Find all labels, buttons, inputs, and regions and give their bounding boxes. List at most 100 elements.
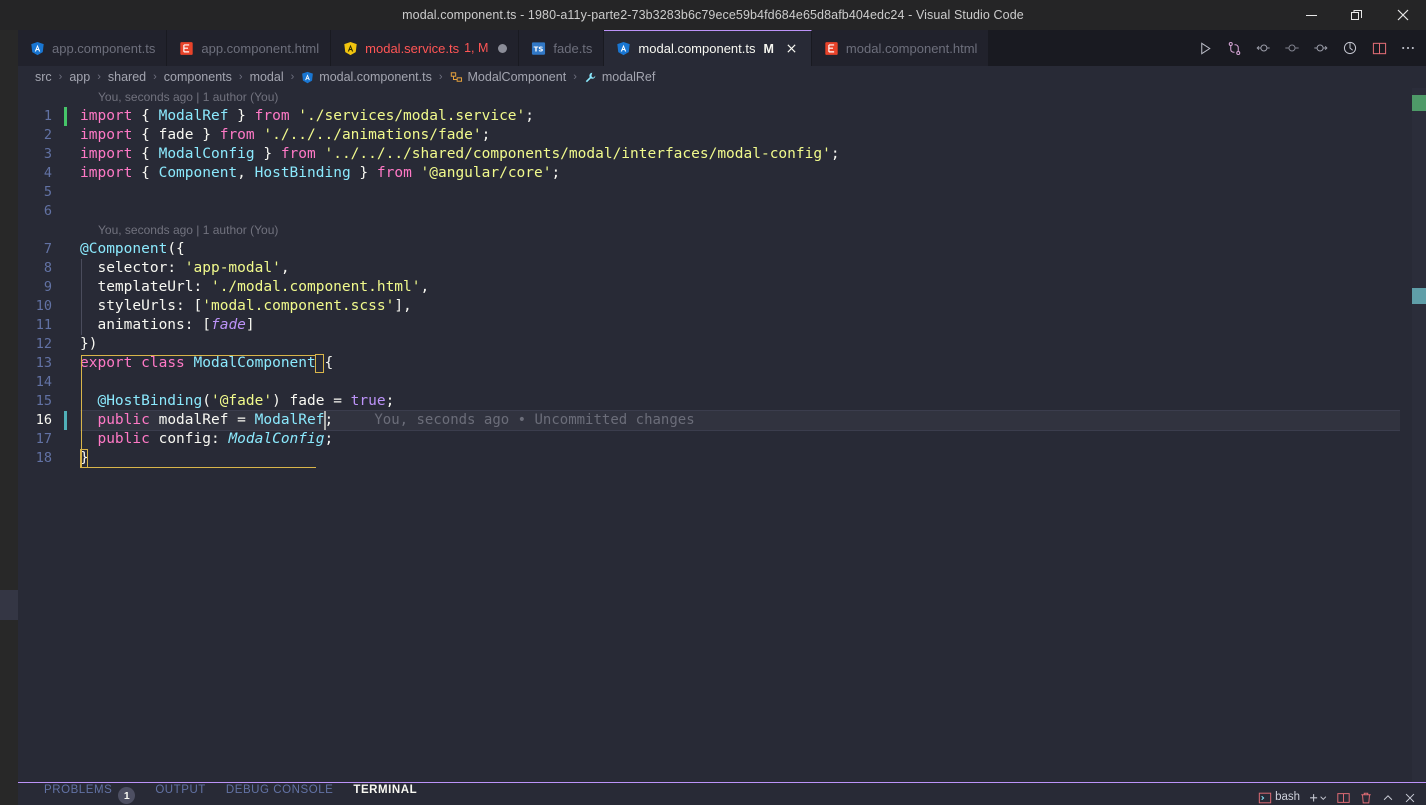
go-to-references-button[interactable] bbox=[1307, 34, 1335, 62]
panel-tab-debug-console[interactable]: DEBUG CONSOLE bbox=[216, 783, 343, 805]
panel-tab-label: OUTPUT bbox=[155, 784, 206, 796]
maximize-button[interactable] bbox=[1334, 0, 1380, 30]
code-text: import { ModalConfig } from '../../../sh… bbox=[80, 146, 840, 162]
line-number: 9 bbox=[43, 279, 52, 295]
code-line[interactable]: 14 bbox=[18, 373, 1408, 392]
code-line[interactable]: 3 import { ModalConfig } from '../../../s… bbox=[18, 145, 1408, 164]
code-text: public modalRef = ModalRef; bbox=[97, 412, 334, 428]
close-panel-button[interactable] bbox=[1400, 783, 1420, 805]
panel-tab-problems[interactable]: PROBLEMS 1 bbox=[34, 783, 145, 805]
maximize-panel-button[interactable] bbox=[1378, 783, 1398, 805]
breadcrumb-label: modalRef bbox=[601, 70, 656, 84]
breadcrumb-separator: › bbox=[97, 71, 101, 83]
tab-dirty-dot[interactable] bbox=[498, 43, 508, 53]
editor-tab-modal-service-ts[interactable]: modal.service.ts 1, M bbox=[331, 30, 520, 66]
breadcrumb-item-modal-component-ts[interactable]: modal.component.ts bbox=[298, 69, 435, 85]
code-line[interactable]: 9 templateUrl: './modal.component.html', bbox=[18, 278, 1408, 297]
split-terminal-button-panel[interactable] bbox=[1333, 783, 1354, 805]
editor-tab-app-component-ts[interactable]: app.component.ts bbox=[18, 30, 168, 66]
line-number: 12 bbox=[35, 336, 52, 352]
kill-terminal-button[interactable] bbox=[1356, 783, 1376, 805]
tab-label: modal.component.html bbox=[845, 40, 978, 56]
breadcrumb-item-src[interactable]: src bbox=[32, 69, 55, 85]
code-line[interactable]: 18} bbox=[18, 449, 1408, 468]
panel-tab-list: PROBLEMS 1 OUTPUT DEBUG CONSOLE TERMINAL bbox=[18, 782, 427, 805]
terminal-shell-selector[interactable]: bash bbox=[1255, 783, 1303, 805]
line-number: 16 bbox=[35, 412, 52, 428]
run-button[interactable] bbox=[1191, 34, 1219, 62]
code-line[interactable]: 11 animations: [fade] bbox=[18, 316, 1408, 335]
tab-label: modal.service.ts bbox=[365, 40, 460, 56]
circle-arrow-right-icon bbox=[1314, 44, 1328, 52]
code-line[interactable]: 5 bbox=[18, 183, 1408, 202]
breadcrumb-separator: › bbox=[58, 71, 63, 83]
circle-dash-icon bbox=[1285, 44, 1299, 52]
code-text: selector: 'app-modal', bbox=[97, 260, 290, 276]
angular-error-icon bbox=[344, 41, 357, 55]
activity-bar[interactable] bbox=[0, 30, 18, 805]
vscode-window: modal.component.ts - 1980-a11y-parte2-73… bbox=[0, 0, 1426, 805]
symbol-property-icon bbox=[585, 72, 596, 82]
panel-tab-terminal[interactable]: TERMINAL bbox=[343, 783, 427, 805]
new-terminal-button[interactable] bbox=[1305, 783, 1331, 805]
title-bar: modal.component.ts - 1980-a11y-parte2-73… bbox=[0, 0, 1426, 30]
code-line[interactable]: 12}) bbox=[18, 335, 1408, 354]
code-line[interactable]: 15 @HostBinding('@fade') fade = true; bbox=[18, 392, 1408, 411]
line-number: 11 bbox=[35, 317, 52, 333]
code-text: import { ModalRef } from './services/mod… bbox=[80, 108, 535, 124]
code-text: animations: [fade] bbox=[97, 317, 255, 333]
line-number: 18 bbox=[35, 450, 52, 466]
editor-tab-modal-component-ts[interactable]: modal.component.ts M bbox=[604, 30, 812, 66]
breadcrumb-item-modal[interactable]: modal bbox=[247, 69, 287, 85]
code-line[interactable]: 4 import { Component, HostBinding } from … bbox=[18, 164, 1408, 183]
code-editor[interactable]: You, seconds ago | 1 author (You) 1 import… bbox=[18, 88, 1426, 782]
split-terminal-button[interactable] bbox=[1220, 34, 1248, 62]
window-title: modal.component.ts - 1980-a11y-parte2-73… bbox=[402, 8, 1024, 22]
editor-scrollbar-overview[interactable] bbox=[1412, 88, 1426, 782]
breadcrumb-item-modalcomponent[interactable]: ModalComponent bbox=[447, 69, 570, 85]
code-line[interactable]: 2 import { fade } from './../../animation… bbox=[18, 126, 1408, 145]
code-line[interactable]: 13 export class ModalComponent { bbox=[18, 354, 1408, 373]
code-line[interactable]: 17 public config: ModalConfig; bbox=[18, 430, 1408, 449]
code-line[interactable]: 1 import { ModalRef } from './services/mo… bbox=[18, 107, 1408, 126]
toggle-blame-button[interactable] bbox=[1336, 34, 1364, 62]
line-number: 6 bbox=[43, 203, 52, 219]
git-blame-text: You, seconds ago | 1 author (You) bbox=[98, 90, 279, 104]
line-number: 17 bbox=[35, 431, 52, 447]
angular-file-icon bbox=[302, 71, 314, 83]
editor-tab-modal-component-html[interactable]: modal.component.html bbox=[811, 30, 990, 66]
line-number: 8 bbox=[43, 260, 52, 276]
close-icon bbox=[787, 44, 796, 53]
breadcrumb-item-shared[interactable]: shared bbox=[105, 69, 149, 85]
code-line[interactable]: 10 styleUrls: ['modal.component.scss'], bbox=[18, 297, 1408, 316]
breadcrumb-separator: › bbox=[238, 71, 243, 83]
code-text: import { Component, HostBinding } from '… bbox=[80, 165, 561, 181]
close-button[interactable] bbox=[1380, 0, 1426, 30]
go-to-definition-button[interactable] bbox=[1278, 34, 1306, 62]
editor-tab-fade-ts[interactable]: TS fade.ts bbox=[519, 30, 605, 66]
code-line[interactable]: 7 @Component({ bbox=[18, 240, 1408, 259]
code-line[interactable]: 16 public modalRef = ModalRef; You, secon… bbox=[18, 410, 1426, 431]
more-actions-button[interactable] bbox=[1394, 34, 1422, 62]
go-to-implementation-button[interactable] bbox=[1249, 34, 1277, 62]
tab-label: fade.ts bbox=[553, 40, 593, 56]
tab-close-button[interactable] bbox=[783, 40, 800, 57]
split-editor-button[interactable] bbox=[1365, 34, 1393, 62]
tab-label: app.component.html bbox=[201, 40, 320, 56]
minimize-button[interactable] bbox=[1288, 0, 1334, 30]
panel-tab-badge: 1 bbox=[118, 787, 136, 804]
panel-tab-label: TERMINAL bbox=[353, 784, 418, 796]
breadcrumb-item-components[interactable]: components bbox=[161, 69, 235, 85]
panel-action-bar: bash bbox=[1255, 782, 1420, 805]
panel-tab-output[interactable]: OUTPUT bbox=[145, 783, 216, 805]
line-number: 15 bbox=[35, 393, 52, 409]
code-line[interactable]: 8 selector: 'app-modal', bbox=[18, 259, 1408, 278]
editor-tab-app-component-html[interactable]: app.component.html bbox=[167, 30, 332, 66]
code-line[interactable]: 6 bbox=[18, 202, 1408, 221]
symbol-class-icon bbox=[450, 71, 462, 82]
breadcrumb-item-app[interactable]: app bbox=[66, 69, 93, 85]
breadcrumb-item-modalref[interactable]: modalRef bbox=[581, 69, 659, 85]
minimize-icon bbox=[1305, 14, 1317, 16]
line-number: 4 bbox=[43, 165, 52, 181]
code-text: public config: ModalConfig; bbox=[97, 431, 334, 447]
